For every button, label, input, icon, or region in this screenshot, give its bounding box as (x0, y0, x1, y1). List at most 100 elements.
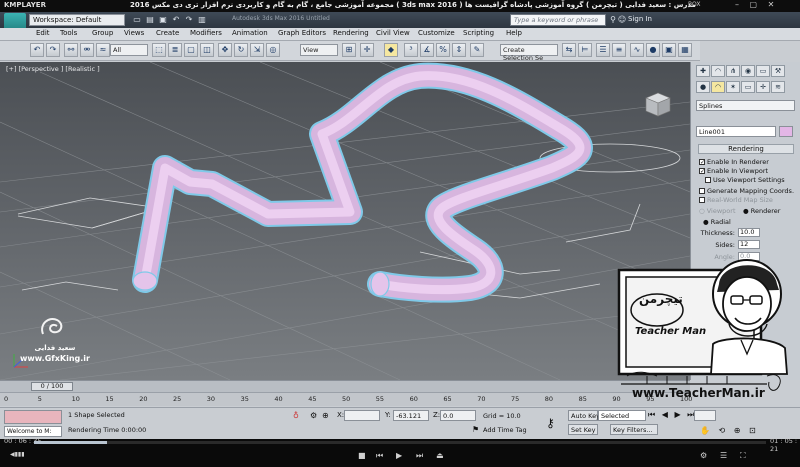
time-slider-handle[interactable]: 0 / 100 (31, 382, 73, 391)
player-stop-icon[interactable]: ■ (358, 451, 366, 460)
select-rotate-icon[interactable]: ↻ (234, 43, 248, 57)
project-folder-icon[interactable]: ▥ (197, 15, 207, 25)
menu-animation[interactable]: Animation (232, 29, 268, 37)
menu-group[interactable]: Group (92, 29, 113, 37)
save-file-icon[interactable]: ▣ (158, 15, 168, 25)
window-crossing-icon[interactable]: ◫ (200, 43, 214, 57)
lights-icon[interactable]: ✶ (726, 81, 740, 93)
select-move-icon[interactable]: ✥ (218, 43, 232, 57)
maxscript-welcome-field[interactable]: Welcome to M: (4, 426, 62, 437)
menu-edit[interactable]: Edit (36, 29, 50, 37)
utilities-tab-icon[interactable]: ⚒ (771, 65, 785, 77)
cameras-icon[interactable]: ▭ (741, 81, 755, 93)
viewcube-icon[interactable] (640, 90, 674, 118)
snaps-toggle-icon[interactable]: ³ (404, 43, 418, 57)
redo-icon[interactable]: ↷ (46, 43, 60, 57)
open-file-icon[interactable]: ▤ (145, 15, 155, 25)
renderer-radio[interactable]: ● Renderer (743, 207, 780, 215)
player-playlist-icon[interactable]: ☰ (720, 451, 727, 460)
perspective-viewport[interactable]: [+] [Perspective ] [Realistic ] سعید فدا… (0, 62, 690, 380)
menu-customize[interactable]: Customize (418, 29, 455, 37)
curve-editor-icon[interactable]: ∿ (630, 43, 644, 57)
pivot-center-icon[interactable]: ⊞ (342, 43, 356, 57)
bind-space-warp-icon[interactable]: ≈ (96, 43, 110, 57)
place-icon[interactable]: ◎ (266, 43, 280, 57)
set-key-button[interactable]: Set Key (568, 424, 598, 435)
hierarchy-tab-icon[interactable]: ⋔ (726, 65, 740, 77)
render-setup-icon[interactable]: ▣ (662, 43, 676, 57)
helpers-icon[interactable]: ✛ (756, 81, 770, 93)
auto-key-button[interactable]: Auto Key (568, 410, 600, 421)
generate-mapping-checkbox[interactable]: Generate Mapping Coords. (699, 187, 794, 195)
menu-help[interactable]: Help (506, 29, 522, 37)
unlink-icon[interactable]: ⚮ (80, 43, 94, 57)
spinner-snap-icon[interactable]: ⇕ (452, 43, 466, 57)
object-name-field[interactable]: Line001 (696, 126, 776, 137)
add-time-tag-button[interactable]: Add Time Tag (483, 426, 527, 434)
radial-radio[interactable]: ● Radial (703, 218, 731, 226)
selection-filter-dropdown[interactable]: All (110, 44, 148, 56)
reference-coord-dropdown[interactable]: View (300, 44, 338, 56)
search-input[interactable]: Type a keyword or phrase (510, 14, 606, 26)
new-file-icon[interactable]: ▭ (132, 15, 142, 25)
space-warps-icon[interactable]: ≋ (771, 81, 785, 93)
edit-named-selection-icon[interactable]: ✎ (470, 43, 484, 57)
player-seek-bar[interactable] (34, 441, 766, 444)
enable-in-renderer-checkbox[interactable]: ✓ Enable In Renderer (699, 158, 769, 166)
viewport-label-menu[interactable]: [+] [Perspective ] [Realistic ] (6, 65, 100, 73)
player-next-icon[interactable]: ⏭ (416, 451, 423, 461)
select-scale-icon[interactable]: ⇲ (250, 43, 264, 57)
align-icon[interactable]: ⊨ (578, 43, 592, 57)
shapes-icon[interactable]: ◠ (711, 81, 725, 93)
menu-modifiers[interactable]: Modifiers (190, 29, 222, 37)
display-tab-icon[interactable]: ▭ (756, 65, 770, 77)
set-key-icon[interactable]: ⚷ (546, 416, 555, 430)
enable-in-viewport-checkbox[interactable]: ✓ Enable In Viewport (699, 167, 768, 175)
y-coord-field[interactable]: -63.121 (393, 410, 429, 421)
named-selection-dropdown[interactable]: Create Selection Se (500, 44, 558, 62)
player-volume-icon[interactable]: ◀▮▮▮ (10, 451, 25, 458)
user-icon[interactable]: ☺ (617, 15, 627, 25)
angle-snap-icon[interactable]: ∡ (420, 43, 434, 57)
key-mode-dropdown[interactable]: Selected (598, 410, 646, 421)
isolate-toggle-icon[interactable]: ⚙ (310, 411, 317, 420)
link-icon[interactable]: ⚯ (64, 43, 78, 57)
redo-icon[interactable]: ↷ (184, 15, 194, 25)
current-frame-field[interactable] (694, 410, 716, 421)
menu-views[interactable]: Views (124, 29, 144, 37)
menu-civil-view[interactable]: Civil View (376, 29, 410, 37)
menu-tools[interactable]: Tools (60, 29, 77, 37)
time-tag-icon[interactable]: ⚑ (472, 425, 479, 434)
object-category-dropdown[interactable]: Splines (696, 100, 795, 111)
select-object-icon[interactable]: ⬚ (152, 43, 166, 57)
time-slider-track[interactable] (0, 380, 690, 392)
layer-explorer-icon[interactable]: ≡ (612, 43, 626, 57)
select-by-name-icon[interactable]: ≣ (168, 43, 182, 57)
menu-graph-editors[interactable]: Graph Editors (278, 29, 326, 37)
rendering-rollout-header[interactable]: Rendering (698, 144, 794, 154)
player-fullscreen-icon[interactable]: ⛶ (740, 451, 746, 461)
scene-explorer-icon[interactable]: ☰ (596, 43, 610, 57)
object-color-swatch[interactable] (779, 126, 793, 137)
x-coord-field[interactable] (344, 410, 380, 421)
use-viewport-settings-checkbox[interactable]: Use Viewport Settings (705, 176, 785, 184)
menu-create[interactable]: Create (156, 29, 179, 37)
playback-controls[interactable]: ⏮ ◀ ▶ ⏭ (648, 410, 696, 420)
render-frame-icon[interactable]: ▦ (678, 43, 692, 57)
key-filters-button[interactable]: Key Filters... (610, 424, 658, 435)
select-manipulate-icon[interactable]: ✛ (360, 43, 374, 57)
player-settings-icon[interactable]: ⚙ (700, 451, 707, 460)
selection-region-icon[interactable]: ▢ (184, 43, 198, 57)
real-world-map-size-checkbox[interactable]: Real-World Map Size (699, 196, 773, 204)
absolute-mode-icon[interactable]: ⊕ (322, 411, 329, 420)
motion-tab-icon[interactable]: ◉ (741, 65, 755, 77)
player-previous-icon[interactable]: ⏮ (376, 451, 383, 461)
menu-scripting[interactable]: Scripting (463, 29, 494, 37)
material-editor-icon[interactable]: ● (646, 43, 660, 57)
undo-icon[interactable]: ↶ (30, 43, 44, 57)
signin-button[interactable]: Sign In (628, 15, 652, 23)
player-eject-icon[interactable]: ⏏ (436, 451, 444, 460)
percent-snap-icon[interactable]: % (436, 43, 450, 57)
thickness-field[interactable]: 10.0 (738, 228, 760, 237)
viewport-nav-icons[interactable]: ✋ ⟲ ⊕ ⊡ (700, 426, 759, 435)
